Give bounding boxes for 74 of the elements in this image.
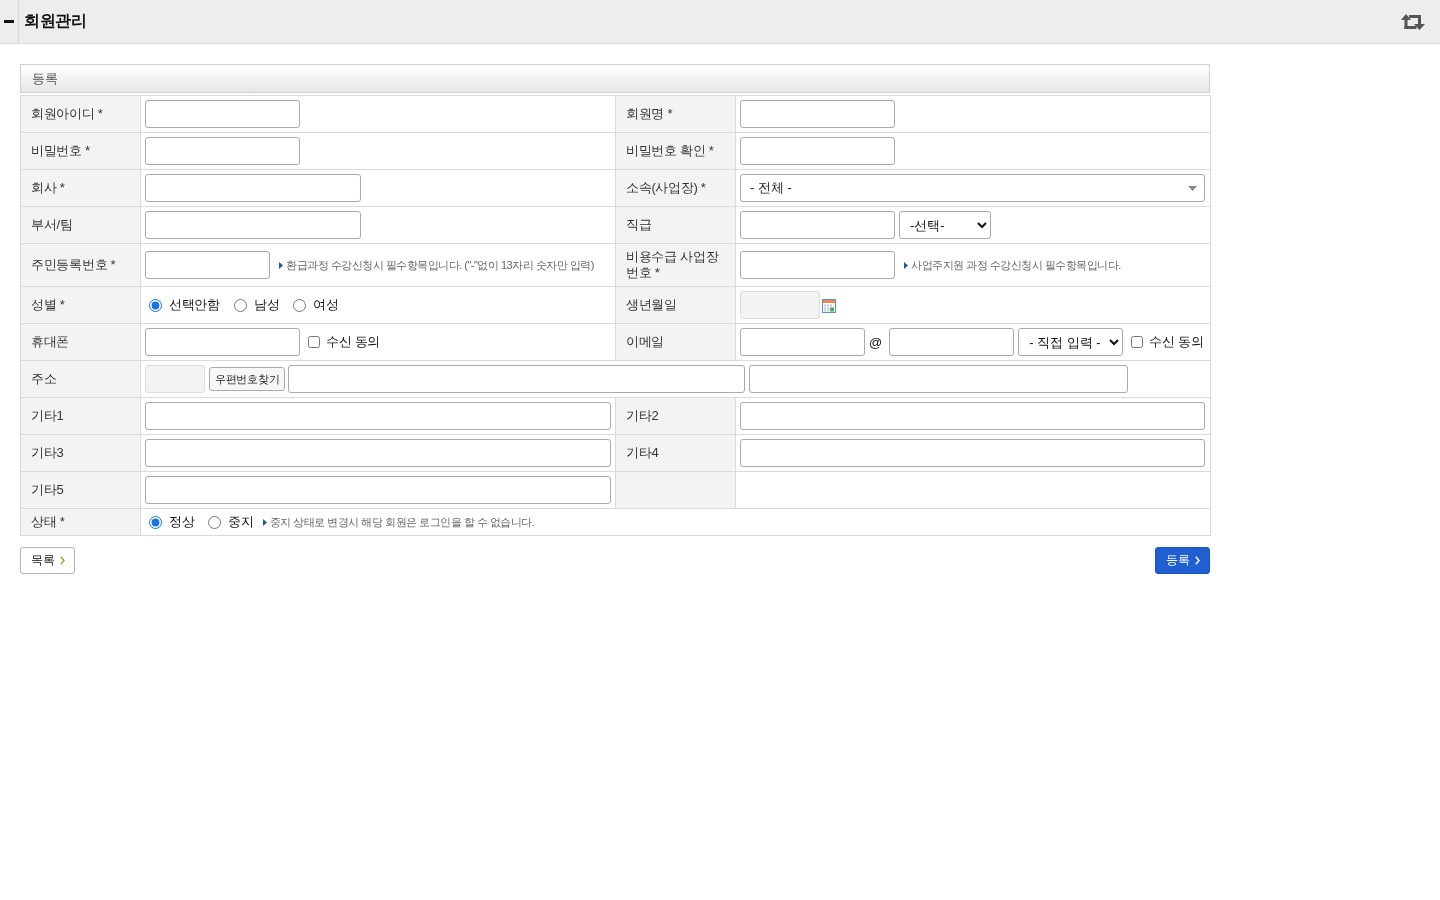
text-field[interactable]	[740, 402, 1205, 430]
triangle-icon	[279, 261, 283, 269]
text-field[interactable]	[740, 137, 895, 165]
radio-button[interactable]	[233, 298, 247, 312]
checkbox-label[interactable]: 수신 동의	[1149, 333, 1204, 351]
field-label: 비밀번호 *	[31, 143, 90, 158]
field-label: 기타2	[626, 408, 659, 423]
field-label: 기타4	[626, 445, 659, 460]
caret-icon	[1188, 185, 1197, 191]
checkbox-label[interactable]: 수신 동의	[326, 333, 381, 351]
radio-label[interactable]: 여성	[313, 296, 339, 314]
field-label: 생년월일	[626, 297, 677, 312]
text-field[interactable]	[145, 439, 611, 467]
refresh-icon[interactable]	[1401, 12, 1425, 31]
text-field[interactable]	[145, 137, 300, 165]
field-label: 소속(사업장) *	[626, 180, 706, 195]
field-label: 기타3	[31, 445, 64, 460]
field-label: 회원명 *	[626, 106, 673, 121]
triangle-icon	[904, 261, 908, 269]
field-label: 회원아이디 *	[31, 106, 103, 121]
list-button[interactable]: 목록	[20, 547, 75, 574]
text-field[interactable]	[889, 328, 1015, 356]
text-field[interactable]	[145, 476, 611, 504]
text-field[interactable]	[145, 174, 361, 202]
text-field[interactable]	[145, 211, 361, 239]
field-label: 직급	[626, 217, 652, 232]
field-label: 기타5	[31, 482, 64, 497]
text-field[interactable]	[288, 365, 746, 393]
field-label: 이메일	[626, 334, 665, 349]
text-field[interactable]	[740, 211, 895, 239]
text-field[interactable]	[740, 439, 1205, 467]
field-label: 비용수급 사업장 번호 *	[626, 249, 719, 280]
checkbox[interactable]	[1131, 336, 1144, 348]
page-title: 회원관리	[24, 11, 86, 31]
at-sign: @	[869, 334, 883, 350]
radio-button[interactable]	[208, 515, 222, 529]
dropdown[interactable]: - 직접 입력 -	[1018, 328, 1124, 356]
radio-label[interactable]: 선택안함	[169, 296, 220, 314]
section-title: 등록	[20, 64, 1210, 93]
hint-text: 환급과정 수강신청시 필수항목입니다. ("-"없이 13자리 숫자만 입력)	[286, 258, 594, 272]
field-label: 기타1	[31, 408, 64, 423]
text-field[interactable]	[749, 365, 1129, 393]
field-label: 휴대폰	[31, 334, 70, 349]
triangle-icon	[262, 518, 267, 526]
calendar-icon[interactable]	[822, 299, 836, 313]
chevron-icon	[60, 556, 65, 565]
field-label: 주민등록번호 *	[31, 257, 116, 272]
field-label: 주소	[31, 371, 57, 386]
register-button[interactable]: 등록	[1155, 547, 1210, 574]
text-field[interactable]	[740, 251, 895, 279]
radio-button[interactable]	[149, 298, 162, 312]
dropdown[interactable]: - 전체 -	[740, 174, 1205, 202]
radio-label[interactable]: 남성	[253, 296, 280, 314]
text-field[interactable]	[740, 100, 895, 128]
radio-button[interactable]	[149, 515, 162, 529]
field-label: 성별 *	[31, 297, 65, 312]
text-field[interactable]	[145, 100, 300, 128]
postcode-search-button[interactable]: 우편번호찾기	[209, 367, 286, 391]
checkbox[interactable]	[308, 336, 320, 348]
dropdown[interactable]: -선택-	[899, 211, 991, 239]
field-label: 상태 *	[31, 514, 65, 529]
hint-text: 중지 상태로 변경시 해당 회원은 로그인을 할 수 없습니다.	[269, 515, 535, 529]
field-label: 비밀번호 확인 *	[626, 143, 714, 158]
hint-text: 사업주지원 과정 수강신청시 필수항목입니다.	[911, 258, 1121, 272]
field-label: 회사 *	[31, 180, 65, 195]
text-field[interactable]	[145, 328, 300, 356]
field-label: 부서/팀	[31, 217, 73, 232]
text-field[interactable]	[740, 328, 865, 356]
text-field[interactable]	[145, 251, 270, 279]
text-field[interactable]	[145, 402, 611, 430]
chevron-icon	[1195, 556, 1200, 565]
radio-label[interactable]: 중지	[228, 513, 254, 531]
radio-button[interactable]	[293, 298, 307, 312]
radio-label[interactable]: 정상	[169, 513, 195, 531]
